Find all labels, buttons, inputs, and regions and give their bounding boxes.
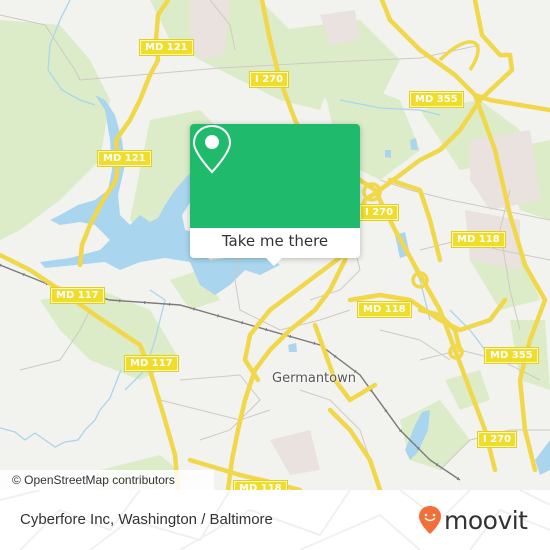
moovit-wordmark: moovit xyxy=(444,505,528,535)
map[interactable]: MD 121 MD 121 I 270 MD 355 I 270 MD 118 … xyxy=(0,0,550,490)
popup-pointer xyxy=(265,257,283,266)
moovit-smile-pin-icon xyxy=(419,506,441,534)
location-popup: Take me there xyxy=(190,124,360,266)
road-shield-md117: MD 117 xyxy=(125,356,178,371)
road-shield-md121: MD 121 xyxy=(98,151,151,166)
popup-header xyxy=(190,124,360,228)
road-shield-md118: MD 118 xyxy=(452,232,505,247)
road-shield-md117: MD 117 xyxy=(51,288,104,303)
road-shield-md118: MD 118 xyxy=(358,302,411,317)
moovit-logo[interactable]: moovit xyxy=(418,505,528,535)
road-shield-md355: MD 355 xyxy=(410,92,463,107)
place-label-germantown: Germantown xyxy=(272,371,356,386)
road-shield-md121: MD 121 xyxy=(140,40,193,55)
map-pin-icon xyxy=(192,124,232,174)
footer-bar: Cyberfore Inc, Washington / Baltimore mo… xyxy=(0,490,550,550)
road-shield-md355: MD 355 xyxy=(485,348,538,363)
road-shield-i270: I 270 xyxy=(250,72,289,87)
take-me-there-button[interactable]: Take me there xyxy=(190,228,360,258)
location-title: Cyberfore Inc, Washington / Baltimore xyxy=(20,511,273,528)
map-attribution[interactable]: © OpenStreetMap contributors xyxy=(0,470,214,490)
road-shield-md118: MD 118 xyxy=(234,481,287,490)
road-shield-i270: I 270 xyxy=(360,205,399,220)
road-shield-i270: I 270 xyxy=(478,432,517,447)
